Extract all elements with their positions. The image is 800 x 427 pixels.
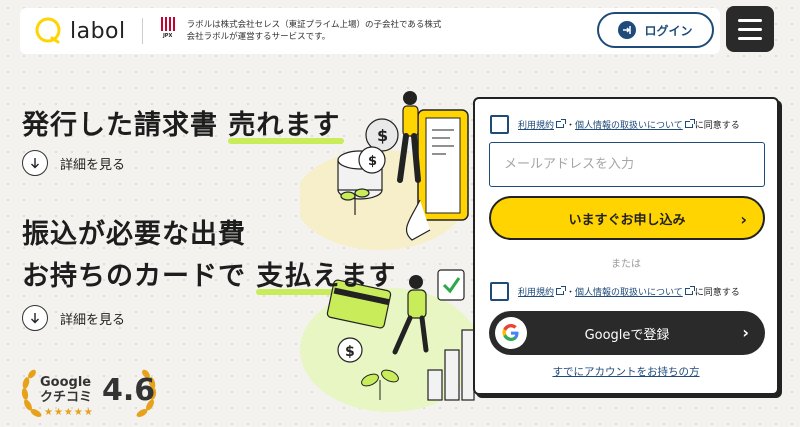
email-input[interactable] — [489, 142, 765, 187]
separator: ・ — [566, 288, 576, 298]
existing-account-link-text[interactable]: すでにアカウントをお持ちの方 — [552, 366, 699, 378]
login-icon — [618, 21, 637, 39]
chevron-right-icon: › — [742, 323, 749, 342]
headline-invoice-emphasis: 売れます — [228, 110, 345, 144]
separator: ・ — [566, 121, 576, 131]
check-badge-icon — [437, 269, 465, 301]
review-label: Google クチコミ — [40, 375, 92, 405]
agree-terms-row-google: 利用規約 ・ 個人情報の取扱いについて に同意する — [490, 282, 740, 301]
privacy-link[interactable]: 個人情報の取扱いについて — [575, 285, 683, 298]
google-signup-label: Googleで登録 — [584, 327, 670, 343]
external-link-icon — [684, 119, 695, 128]
agree-checkbox[interactable] — [490, 115, 509, 134]
or-divider: または — [611, 259, 641, 270]
svg-text:$: $ — [377, 126, 388, 145]
google-icon — [495, 317, 527, 349]
logo-text: labol — [70, 18, 126, 44]
headline-payment-text: お持ちのカードで — [22, 261, 246, 292]
hamburger-menu-button[interactable] — [726, 6, 774, 52]
terms-link[interactable]: 利用規約 — [518, 285, 554, 298]
detail-link-label: 詳細を見る — [60, 157, 126, 173]
signup-form-card: 利用規約 ・ 個人情報の取扱いについて に同意する いますぐお申し込み › また… — [473, 97, 779, 395]
coin-icon: $ — [337, 337, 363, 363]
external-link-icon — [684, 286, 695, 295]
google-review-badge: Google クチコミ 4.6 ★★★★★ — [18, 365, 160, 423]
headline-invoice: 発行した請求書 売れます — [22, 103, 345, 144]
labol-logo-icon — [35, 17, 61, 44]
headline-payment-emphasis: 支払えます — [256, 261, 401, 295]
login-button[interactable]: ログイン — [597, 12, 714, 48]
company-note: ラボルは株式会社セレス（東証プライム上場）の子会社である株式会社ラボルが運営する… — [186, 20, 442, 42]
arrow-down-icon — [22, 305, 48, 331]
star-rating-icon: ★★★★★ — [44, 407, 94, 418]
headline-invoice-text: 発行した請求書 — [22, 110, 218, 141]
headline-payment-line1: 振込が必要な出費 — [22, 219, 246, 250]
svg-text:$: $ — [345, 344, 355, 360]
review-score: 4.6 — [102, 373, 156, 408]
review-label-line2: クチコミ — [40, 390, 93, 405]
header-divider — [141, 18, 143, 44]
existing-account-link[interactable]: すでにアカウントをお持ちの方 — [475, 364, 777, 379]
agree-suffix: に同意する — [694, 288, 740, 298]
jpx-logo: JPX — [157, 16, 179, 46]
arrow-down-icon — [22, 150, 48, 176]
review-label-line1: Google — [40, 375, 92, 390]
detail-link-label: 詳細を見る — [60, 312, 126, 328]
agree-suffix: に同意する — [694, 121, 740, 131]
hamburger-icon-line — [738, 27, 762, 31]
google-signup-button[interactable]: Googleで登録 › — [489, 311, 765, 355]
agree-checkbox-google[interactable] — [490, 282, 509, 301]
detail-link-invoice[interactable]: 詳細を見る — [22, 150, 125, 176]
labol-logo[interactable]: labol — [34, 16, 126, 46]
external-link-icon — [556, 286, 567, 295]
agree-terms-row: 利用規約 ・ 個人情報の取扱いについて に同意する — [490, 115, 740, 134]
apply-label: いますぐお申し込み — [568, 212, 686, 228]
hamburger-icon-line — [738, 36, 762, 40]
site-header: labol JPX ラボルは株式会社セレス（東証プライム上場）の子会社である株式… — [20, 8, 720, 54]
jpx-label: JPX — [162, 33, 173, 39]
svg-text:$: $ — [368, 154, 377, 169]
hamburger-icon-line — [738, 18, 762, 22]
detail-link-card[interactable]: 詳細を見る — [22, 305, 125, 331]
privacy-link[interactable]: 個人情報の取扱いについて — [575, 118, 683, 131]
login-label: ログイン — [644, 23, 693, 38]
chevron-right-icon: › — [740, 210, 747, 229]
terms-link[interactable]: 利用規約 — [518, 118, 554, 131]
apply-button[interactable]: いますぐお申し込み › — [489, 196, 765, 240]
jpx-mark-icon — [160, 17, 175, 31]
external-link-icon — [556, 119, 567, 128]
